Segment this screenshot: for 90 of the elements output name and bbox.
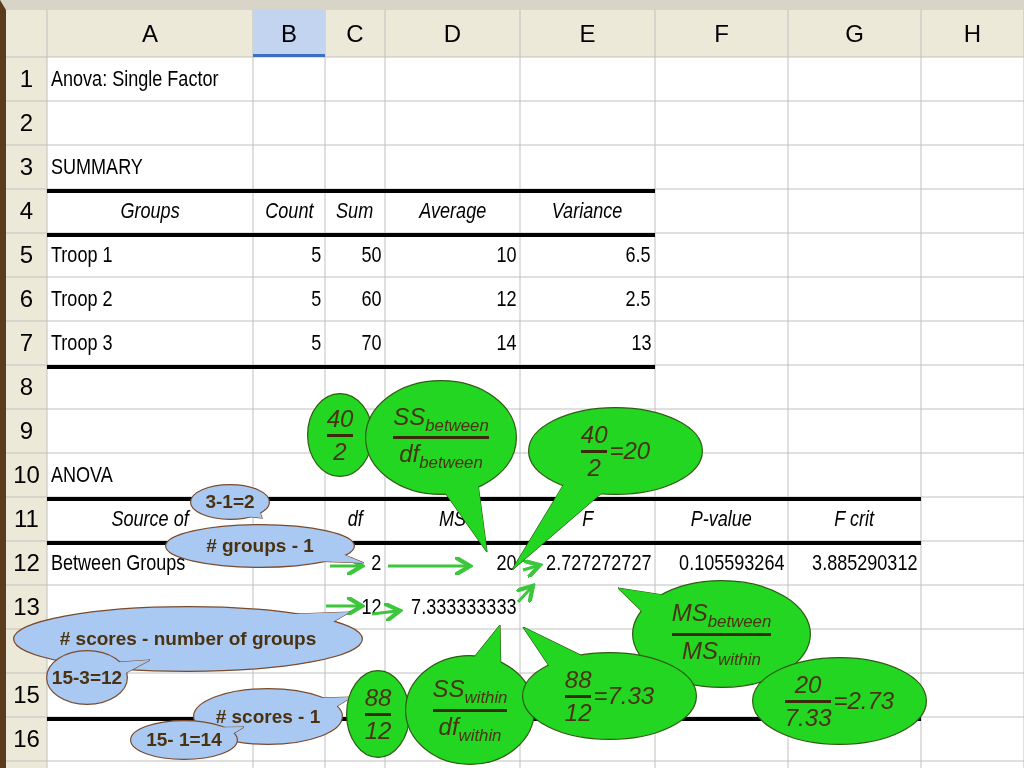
column-header[interactable]: C [325,10,385,57]
column-header[interactable]: G [788,10,921,57]
fraction-bar [564,694,592,698]
table-cell: Average [419,198,486,224]
row-header[interactable]: 3 [19,153,34,181]
table-cell: Troop 3 [51,330,113,356]
row-header[interactable]: 6 [19,285,34,313]
arrow [514,583,536,605]
table-cell: 12 [495,286,516,312]
numerator: SS$_{between}$ [393,403,489,434]
table-cell: df [347,506,363,532]
row-header[interactable]: 8 [19,373,34,401]
table-cell: 70 [360,330,381,356]
row-header[interactable]: 1 [19,65,34,93]
table-cell: Groups [120,198,180,224]
row-header[interactable]: 10 [13,461,40,489]
denominator: df$_{within}$ [438,713,502,744]
table-cell: 0.105593264 [678,550,784,576]
table-cell: 2.727272727 [545,550,651,576]
table-cell: P-value [690,506,753,532]
row-header[interactable]: 9 [19,417,34,445]
table-cell: 6.5 [625,242,651,268]
numerator: 40 [326,406,354,432]
table-cell: 5 [310,242,321,268]
result-text: =7.33 [593,682,655,710]
result-text: =20 [609,437,651,465]
column-header[interactable]: F [655,10,788,57]
result-text: =2.73 [833,687,895,715]
table-cell: 10 [495,242,516,268]
row-header[interactable]: 2 [19,109,34,137]
row-header[interactable]: 16 [13,725,40,753]
column-header[interactable]: B [253,10,325,57]
table-cell: F [582,506,593,532]
table-cell: 13 [630,330,651,356]
table-cell: Troop 1 [51,242,113,268]
table-cell: 50 [360,242,381,268]
numerator: MS$_{between}$ [671,600,772,631]
table-cell: SUMMARY [51,154,143,180]
table-cell: Troop 2 [51,286,113,312]
row-header[interactable]: 11 [14,505,39,533]
fraction-bar [364,712,392,716]
fraction-bar [580,449,608,453]
denominator: 2 [333,438,347,464]
table-cell: 2 [370,550,381,576]
table-cell: Count [264,198,314,224]
denominator: df$_{between}$ [399,441,483,472]
table-cell: Sum [336,198,374,224]
row-header[interactable]: 15 [13,681,40,709]
denominator: 7.33 [784,704,832,730]
numerator: SS$_{within}$ [432,676,508,707]
denominator: MS$_{within}$ [682,637,761,668]
numerator: 88 [364,685,392,711]
table-cell: 60 [360,286,381,312]
row-header[interactable]: 5 [19,241,34,269]
table-cell: 5 [310,330,321,356]
numerator: 40 [580,422,608,448]
denominator: 12 [364,717,392,743]
column-header[interactable]: D [385,10,520,57]
arrow [520,558,542,581]
table-cell: 3.885290312 [811,550,917,576]
table-cell: F crit [834,506,875,532]
callout-text: # scores - number of groups [59,628,317,650]
arrow [326,594,365,618]
numerator: 88 [564,667,592,693]
table-cell: Variance [552,198,623,224]
table-cell: 5 [310,286,321,312]
fraction-bar [784,699,832,703]
row-header[interactable]: 4 [19,197,34,225]
fraction-bar [326,433,354,437]
row-header[interactable]: 7 [19,329,34,357]
column-header[interactable]: A [47,10,253,57]
numerator: 20 [794,672,822,698]
table-cell: 2.5 [625,286,651,312]
row-header[interactable]: 13 [13,593,40,621]
column-header[interactable]: H [921,10,1024,57]
callout-text: # scores - 1 [215,705,321,728]
denominator: 12 [564,699,592,725]
callout-text: 3-1=2 [205,491,255,513]
denominator: 2 [587,454,601,480]
column-header[interactable]: E [520,10,655,57]
table-cell: Anova: Single Factor [51,66,219,92]
table-cell: 14 [495,330,516,356]
table-cell: ANOVA [51,462,113,488]
table-cell: 7.333333333 [410,594,516,620]
callout-text: 15- 1=14 [146,729,222,751]
table-cell: Between Groups [51,550,186,576]
callout-text: # groups - 1 [206,535,314,557]
callout-text: 15-3=12 [51,666,123,689]
row-header[interactable]: 12 [13,549,40,577]
table-cell: Source of [111,506,189,532]
